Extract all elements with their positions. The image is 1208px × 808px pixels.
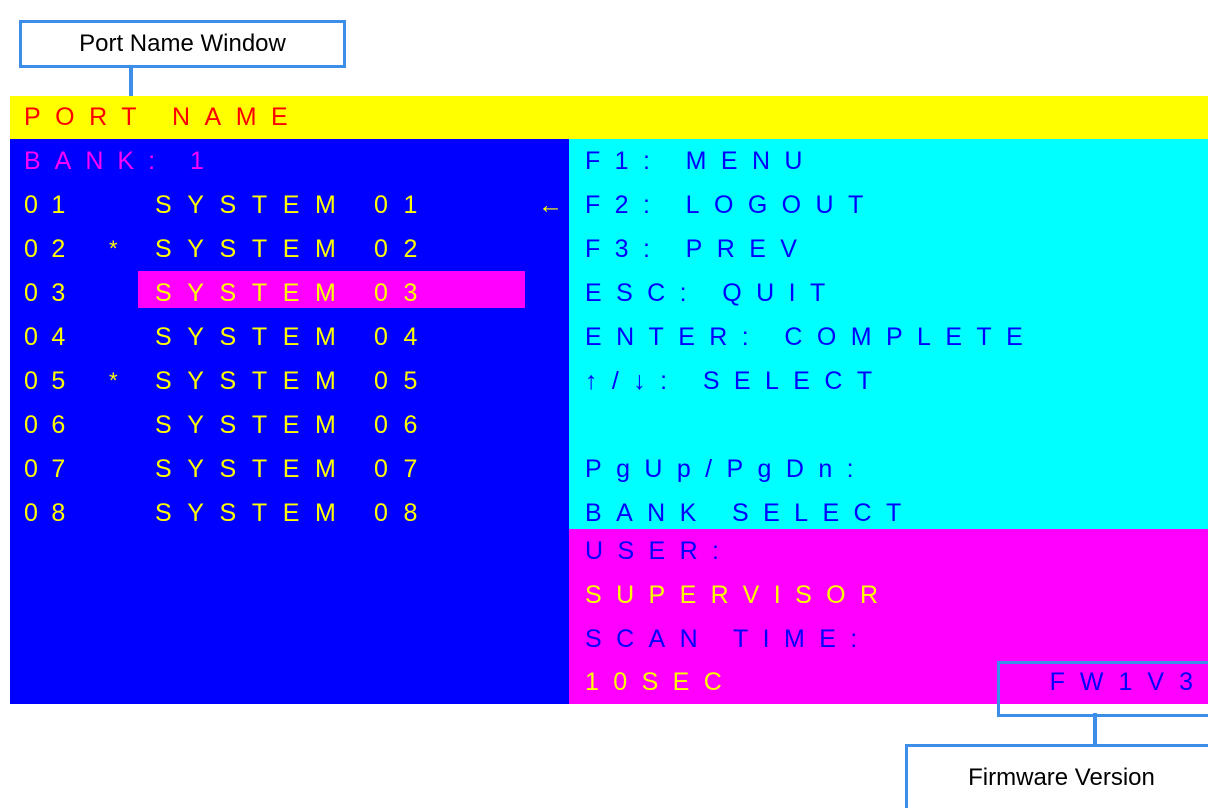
port-name: SYSTEM 04 — [155, 323, 433, 351]
port-row[interactable]: 03 SYSTEM 03 — [10, 271, 569, 315]
port-star-icon: * — [109, 368, 118, 393]
scan-time-value: 10SEC — [585, 668, 737, 696]
osd-title-bar: PORT NAME — [10, 96, 1208, 139]
hotkey-line: PgUp/PgDn: — [585, 455, 868, 483]
firmware-highlight-box — [997, 661, 1208, 717]
port-name-window-callout: Port Name Window — [19, 20, 346, 68]
hotkey-line: ↑/↓: SELECT — [585, 367, 887, 395]
hotkey-line: F1: MENU — [585, 147, 817, 175]
port-row[interactable]: 08 SYSTEM 08 — [10, 491, 569, 535]
firmware-callout-line — [1093, 713, 1097, 746]
hotkey-line: ESC: QUIT — [585, 279, 840, 307]
port-name: SYSTEM 07 — [155, 455, 433, 483]
port-list-panel: BANK: 1 01 SYSTEM 01 ← 02 * SYSTEM 02 03 SYSTEM… — [10, 139, 569, 704]
hotkey-line: F2: LOGOUT — [585, 191, 878, 219]
bank-label: BANK: 1 — [24, 147, 218, 175]
port-name: SYSTEM 08 — [155, 499, 433, 527]
port-name: SYSTEM 06 — [155, 411, 433, 439]
port-name-window-callout-text: Port Name Window — [79, 30, 286, 57]
port-name: SYSTEM 02 — [155, 235, 433, 263]
hotkey-panel: F1: MENU F2: LOGOUT F3: PREV ESC: QUIT ENTER… — [569, 139, 1208, 529]
firmware-version-callout-text: Firmware Version — [968, 763, 1155, 791]
hotkey-line: F3: PREV — [585, 235, 812, 263]
port-name-callout-line — [129, 66, 133, 97]
port-name: SYSTEM 05 — [155, 367, 433, 395]
port-row[interactable]: 06 SYSTEM 06 — [10, 403, 569, 447]
port-number: 08 — [24, 499, 79, 527]
port-star-icon: * — [109, 236, 118, 261]
firmware-version-callout: Firmware Version — [905, 744, 1208, 808]
user-label: USER: — [585, 537, 734, 565]
port-row[interactable]: 01 SYSTEM 01 ← — [10, 183, 569, 227]
active-port-arrow-icon: ← — [538, 191, 563, 219]
port-number: 02 — [24, 235, 79, 263]
port-number: 04 — [24, 323, 79, 351]
port-row[interactable]: 04 SYSTEM 04 — [10, 315, 569, 359]
port-row[interactable]: 05 * SYSTEM 05 — [10, 359, 569, 403]
port-number: 06 — [24, 411, 79, 439]
port-number: 07 — [24, 455, 79, 483]
port-number: 03 — [24, 279, 79, 307]
port-name: SYSTEM 01 — [155, 191, 433, 219]
hotkey-line: ENTER: COMPLETE — [585, 323, 1038, 351]
port-number: 05 — [24, 367, 79, 395]
scan-time-label: SCAN TIME: — [585, 625, 872, 653]
port-row[interactable]: 02 * SYSTEM 02 — [10, 227, 569, 271]
port-name: SYSTEM 03 — [155, 279, 433, 307]
osd-title: PORT NAME — [24, 103, 303, 131]
port-row[interactable]: 07 SYSTEM 07 — [10, 447, 569, 491]
port-number: 01 — [24, 191, 79, 219]
user-value: SUPERVISOR — [585, 581, 893, 609]
osd-window: PORT NAME BANK: 1 01 SYSTEM 01 ← 02 * SYSTEM … — [10, 96, 1208, 704]
